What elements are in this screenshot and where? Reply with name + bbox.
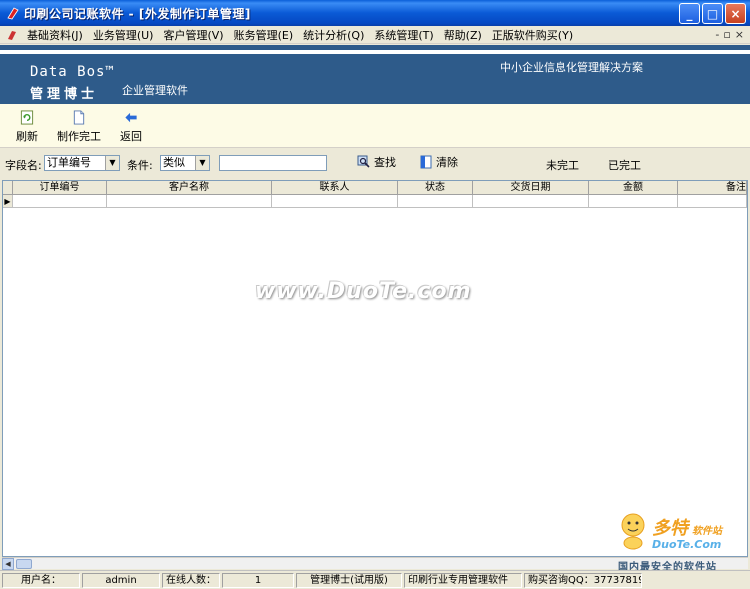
column-header-delivery-date[interactable]: 交货日期 (473, 181, 589, 195)
condition-label: 条件: (127, 159, 153, 172)
mdi-minimize-button[interactable]: - (715, 28, 719, 41)
user-label: 用户名： (2, 572, 80, 588)
orders-grid[interactable]: 订单编号 客户名称 联系人 状态 交货日期 金额 备注 ▶ (2, 180, 748, 557)
maximize-button[interactable]: □ (702, 3, 723, 24)
corner-logo-name: 多特 (652, 518, 688, 539)
chevron-down-icon[interactable]: ▼ (105, 156, 119, 170)
product-desc: 印刷行业专用管理软件 (404, 572, 522, 588)
field-name-label: 字段名: (5, 159, 42, 172)
online-value: 1 (222, 572, 294, 588)
slogan: 中小企业信息化管理解决方案 (500, 61, 643, 74)
field-name-value: 订单编号 (47, 156, 91, 169)
filter-bar: 字段名: 订单编号 ▼ 条件: 类似 ▼ 查找 清除 未完工 已完工 (0, 149, 750, 179)
search-button[interactable]: 查找 (357, 154, 396, 170)
cell-delivery-date[interactable] (473, 195, 589, 208)
unfinished-filter-link[interactable]: 未完工 (546, 157, 579, 173)
grid-header: 订单编号 客户名称 联系人 状态 交货日期 金额 备注 (3, 181, 747, 195)
watermark: www.DuoTe.com (255, 279, 472, 304)
column-header-status[interactable]: 状态 (398, 181, 473, 195)
menu-business[interactable]: 业务管理(U) (88, 27, 159, 43)
header-banner: Data Bos™ 管理博士 企业管理软件 中小企业信息化管理解决方案 (0, 54, 750, 104)
scroll-thumb[interactable] (16, 559, 32, 569)
chevron-down-icon[interactable]: ▼ (195, 156, 209, 170)
corner-logo-url: DuoTe.Com (652, 538, 722, 551)
brand-name-cn: 管理博士 (30, 87, 99, 102)
clear-label: 清除 (436, 156, 458, 169)
scroll-left-icon[interactable]: ◀ (2, 558, 14, 570)
cell-customer[interactable] (107, 195, 272, 208)
table-row[interactable]: ▶ (3, 195, 747, 208)
field-name-select[interactable]: 订单编号 ▼ (44, 155, 120, 171)
close-button[interactable]: × (725, 3, 746, 24)
complete-label: 制作完工 (57, 130, 101, 143)
minimize-button[interactable]: _ (679, 3, 700, 24)
finished-filter-link[interactable]: 已完工 (608, 157, 641, 173)
menu-help[interactable]: 帮助(Z) (439, 27, 487, 43)
refresh-label: 刷新 (16, 130, 38, 143)
column-header-contact[interactable]: 联系人 (272, 181, 398, 195)
menu-basic-data[interactable]: 基础资料(J) (22, 27, 88, 43)
document-icon (73, 110, 85, 125)
cell-remarks[interactable] (678, 195, 747, 208)
column-header-order-no[interactable]: 订单编号 (13, 181, 107, 195)
mdi-close-button[interactable]: × (735, 28, 744, 41)
cell-order-no[interactable] (13, 195, 107, 208)
condition-select[interactable]: 类似 ▼ (160, 155, 210, 171)
corner-logo-suffix: 软件站 (692, 526, 722, 537)
brand-subtitle: 企业管理软件 (122, 84, 188, 97)
refresh-button[interactable]: 刷新 (4, 104, 50, 144)
row-pointer-icon: ▶ (3, 195, 13, 208)
search-label: 查找 (374, 156, 396, 169)
column-header-amount[interactable]: 金额 (589, 181, 678, 195)
search-input[interactable] (219, 155, 327, 171)
menu-purchase[interactable]: 正版软件购买(Y) (487, 27, 578, 43)
back-label: 返回 (120, 130, 142, 143)
product-name: 管理博士(试用版) (296, 572, 402, 588)
refresh-icon (20, 110, 34, 125)
search-icon (357, 155, 370, 168)
row-indicator-header (3, 181, 13, 195)
app-icon (7, 7, 19, 20)
menu-accounts[interactable]: 账务管理(E) (229, 27, 299, 43)
status-bar: 用户名： admin 在线人数： 1 管理博士(试用版) 印刷行业专用管理软件 … (0, 570, 750, 589)
menu-customer[interactable]: 客户管理(V) (158, 27, 228, 43)
menu-system[interactable]: 系统管理(T) (369, 27, 438, 43)
column-header-customer[interactable]: 客户名称 (107, 181, 272, 195)
condition-value: 类似 (163, 156, 185, 169)
cell-amount[interactable] (589, 195, 678, 208)
user-value: admin (82, 572, 160, 588)
back-arrow-icon (125, 112, 137, 123)
cell-contact[interactable] (272, 195, 398, 208)
contact-info: 购买咨询QQ：377378194 (524, 572, 642, 588)
toolbar: 刷新 制作完工 返回 (0, 104, 750, 148)
cell-status[interactable] (398, 195, 473, 208)
back-button[interactable]: 返回 (108, 104, 154, 144)
brand-name-en: Data Bos™ (30, 64, 115, 80)
complete-button[interactable]: 制作完工 (50, 104, 108, 144)
window-title: 印刷公司记账软件 - [外发制作订单管理] (24, 6, 251, 21)
menu-statistics[interactable]: 统计分析(Q) (298, 27, 369, 43)
clear-button[interactable]: 清除 (419, 154, 458, 170)
mdi-restore-button[interactable]: ▫ (723, 28, 730, 41)
clear-icon (420, 155, 432, 169)
online-label: 在线人数： (162, 572, 220, 588)
column-header-remarks[interactable]: 备注 (678, 181, 747, 195)
mascot-icon (621, 513, 645, 550)
menu-bar: 基础资料(J) 业务管理(U) 客户管理(V) 账务管理(E) 统计分析(Q) … (0, 26, 750, 44)
title-bar[interactable]: 印刷公司记账软件 - [外发制作订单管理] _ □ × (0, 0, 750, 26)
document-icon[interactable] (6, 29, 18, 41)
